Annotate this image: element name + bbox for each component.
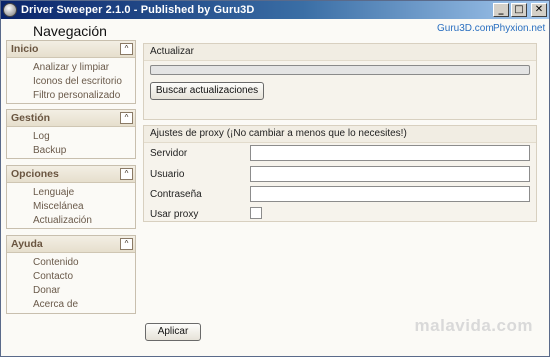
server-label: Servidor [150, 148, 188, 159]
proxy-panel-title: Ajustes de proxy (¡No cambiar a menos qu… [144, 126, 536, 143]
nav-group-header[interactable]: Inicio ^ [7, 41, 135, 58]
apply-button[interactable]: Aplicar [145, 323, 201, 341]
server-field[interactable] [250, 145, 530, 161]
nav-group-gestion: Gestión ^ Log Backup [6, 109, 136, 159]
nav-item-iconos[interactable]: Iconos del escritorio [33, 75, 135, 89]
user-field[interactable] [250, 166, 530, 182]
nav-item-donar[interactable]: Donar [33, 284, 135, 298]
nav-group-label: Inicio [11, 43, 39, 55]
nav-group-header[interactable]: Opciones ^ [7, 166, 135, 183]
nav-group-opciones: Opciones ^ Lenguaje Miscelánea Actualiza… [6, 165, 136, 229]
nav-group-ayuda: Ayuda ^ Contenido Contacto Donar Acerca … [6, 235, 136, 314]
nav-item-contenido[interactable]: Contenido [33, 256, 135, 270]
nav-item-analizar[interactable]: Analizar y limpiar [33, 61, 135, 75]
window-controls: _ □ ✕ [493, 3, 547, 17]
nav-item-log[interactable]: Log [33, 130, 135, 144]
title-bar[interactable]: Driver Sweeper 2.1.0 - Published by Guru… [1, 1, 549, 19]
collapse-icon[interactable]: ^ [120, 238, 133, 250]
update-panel: Actualizar Buscar actualizaciones [143, 43, 537, 120]
app-window: Driver Sweeper 2.1.0 - Published by Guru… [0, 0, 550, 357]
check-updates-button[interactable]: Buscar actualizaciones [150, 82, 264, 100]
use-proxy-checkbox[interactable] [250, 207, 262, 219]
password-field[interactable] [250, 186, 530, 202]
nav-item-miscelanea[interactable]: Miscelánea [33, 200, 135, 214]
navigation-title: Navegación [33, 23, 107, 39]
app-icon [3, 3, 17, 17]
nav-group-label: Opciones [11, 168, 59, 180]
collapse-icon[interactable]: ^ [120, 168, 133, 180]
collapse-icon[interactable]: ^ [120, 43, 133, 55]
nav-item-lenguaje[interactable]: Lenguaje [33, 186, 135, 200]
nav-item-filtro[interactable]: Filtro personalizado [33, 89, 135, 103]
nav-item-backup[interactable]: Backup [33, 144, 135, 158]
nav-group-header[interactable]: Ayuda ^ [7, 236, 135, 253]
update-progress-bar [150, 65, 530, 75]
navigation-sidebar: Navegación Inicio ^ Analizar y limpiar I… [2, 19, 138, 356]
nav-item-acerca[interactable]: Acerca de [33, 298, 135, 312]
maximize-button[interactable]: □ [511, 3, 527, 17]
nav-group-header[interactable]: Gestión ^ [7, 110, 135, 127]
nav-item-contacto[interactable]: Contacto [33, 270, 135, 284]
nav-item-actualizacion[interactable]: Actualización [33, 214, 135, 228]
use-proxy-label: Usar proxy [150, 209, 199, 220]
close-button[interactable]: ✕ [531, 3, 547, 17]
minimize-button[interactable]: _ [493, 3, 509, 17]
watermark: malavida.com [414, 316, 533, 335]
user-label: Usuario [150, 169, 185, 180]
collapse-icon[interactable]: ^ [120, 112, 133, 124]
phyxion-link[interactable]: Phyxion.net [493, 23, 545, 34]
nav-group-label: Ayuda [11, 238, 43, 250]
guru3d-link[interactable]: Guru3D.com [437, 23, 494, 34]
nav-group-inicio: Inicio ^ Analizar y limpiar Iconos del e… [6, 40, 136, 104]
update-panel-title: Actualizar [144, 44, 536, 61]
window-title: Driver Sweeper 2.1.0 - Published by Guru… [21, 4, 255, 16]
nav-group-label: Gestión [11, 112, 51, 124]
password-label: Contraseña [150, 189, 202, 200]
proxy-panel: Ajustes de proxy (¡No cambiar a menos qu… [143, 125, 537, 222]
